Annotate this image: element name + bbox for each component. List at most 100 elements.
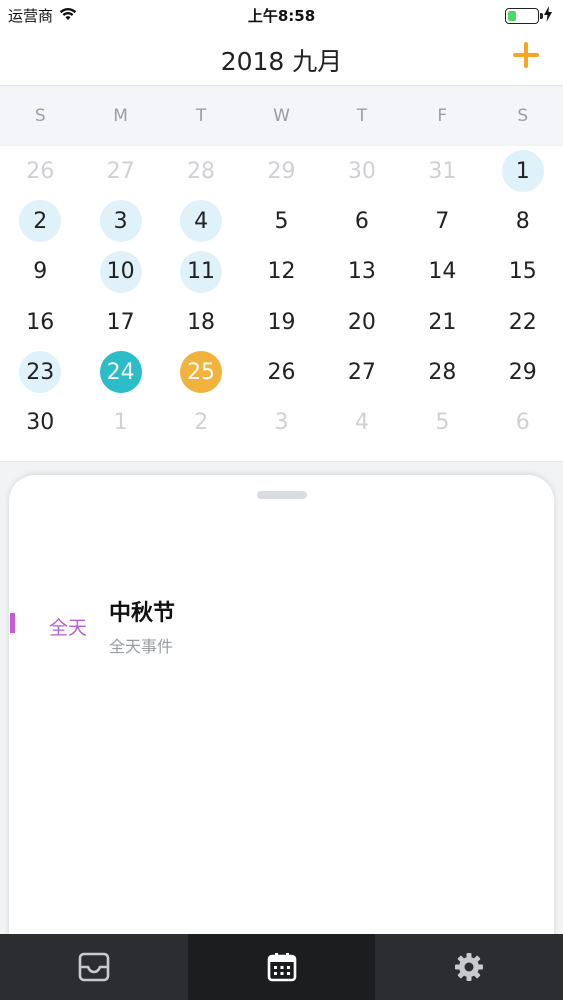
calendar-day[interactable]: 2: [0, 196, 80, 246]
calendar-day[interactable]: 13: [322, 247, 402, 297]
calendar-day[interactable]: 10: [80, 247, 160, 297]
calendar-day[interactable]: 26: [0, 146, 80, 196]
calendar-icon: [267, 952, 297, 982]
calendar-day[interactable]: 12: [241, 247, 321, 297]
day-number: 3: [274, 410, 289, 436]
day-number: 25: [180, 351, 223, 394]
calendar-header: 2018 九月: [0, 30, 563, 86]
month-title: 2018 九月: [220, 47, 343, 76]
day-number: 30: [347, 158, 376, 184]
gear-icon: [454, 952, 484, 982]
weekday-label: S: [34, 106, 46, 126]
calendar-day[interactable]: 8: [483, 196, 563, 246]
calendar-day[interactable]: 2: [161, 397, 241, 447]
day-number: 2: [194, 410, 209, 436]
day-number: 6: [515, 410, 530, 436]
calendar-day[interactable]: 11: [161, 247, 241, 297]
event-time: 全天: [49, 617, 88, 639]
day-number: 26: [267, 359, 296, 385]
day-number: 7: [435, 208, 450, 234]
day-number: 1: [113, 410, 128, 436]
day-number: 31: [428, 158, 457, 184]
day-number: 14: [428, 259, 457, 285]
calendar-day[interactable]: 19: [241, 297, 321, 347]
calendar-day[interactable]: 1: [483, 146, 563, 196]
tab-settings[interactable]: [375, 934, 563, 1000]
calendar-day[interactable]: 21: [402, 297, 482, 347]
day-number: 20: [347, 309, 376, 335]
weekday-header: S M T W T F S: [0, 87, 563, 143]
add-event-button[interactable]: [511, 40, 541, 70]
calendar-day[interactable]: 29: [241, 146, 321, 196]
event-subtitle: 全天事件: [109, 637, 174, 656]
calendar-day[interactable]: 4: [161, 196, 241, 246]
day-number: 5: [274, 208, 289, 234]
calendar-day[interactable]: 29: [483, 347, 563, 397]
day-number: 17: [106, 309, 135, 335]
battery-icon: [505, 8, 543, 24]
day-number: 29: [267, 158, 296, 184]
calendar-day[interactable]: 24: [80, 347, 160, 397]
calendar-day[interactable]: 27: [322, 347, 402, 397]
calendar-day[interactable]: 5: [402, 397, 482, 447]
day-number: 15: [508, 259, 537, 285]
calendar-day[interactable]: 30: [0, 397, 80, 447]
day-number: 21: [428, 309, 457, 335]
day-number: 13: [347, 259, 376, 285]
day-number: 28: [187, 158, 216, 184]
weekday-label: F: [437, 106, 448, 126]
calendar-day[interactable]: 28: [402, 347, 482, 397]
calendar-day[interactable]: 9: [0, 247, 80, 297]
event-sheet: 全天 中秋节 全天事件: [9, 475, 554, 955]
calendar-day[interactable]: 6: [322, 196, 402, 246]
calendar-day[interactable]: 23: [0, 347, 80, 397]
weekday-label: T: [195, 106, 207, 126]
calendar-day[interactable]: 5: [241, 196, 321, 246]
calendar-day[interactable]: 26: [241, 347, 321, 397]
day-number: 23: [19, 351, 62, 394]
status-right: [505, 6, 553, 26]
battery-level: [508, 11, 517, 21]
calendar-day[interactable]: 17: [80, 297, 160, 347]
day-number: 3: [99, 200, 142, 243]
calendar-day[interactable]: 3: [80, 196, 160, 246]
calendar-day[interactable]: 28: [161, 146, 241, 196]
day-number: 27: [106, 158, 135, 184]
calendar-day[interactable]: 7: [402, 196, 482, 246]
charging-bolt-icon: [543, 6, 553, 26]
sheet-drag-handle[interactable]: [257, 491, 307, 499]
calendar-day[interactable]: 1: [80, 397, 160, 447]
calendar-day[interactable]: 30: [322, 146, 402, 196]
tab-inbox[interactable]: [0, 934, 188, 1000]
calendar-day[interactable]: 4: [322, 397, 402, 447]
day-number: 24: [99, 351, 142, 394]
calendar-day[interactable]: 6: [483, 397, 563, 447]
day-number: 9: [33, 259, 48, 285]
day-number: 5: [435, 410, 450, 436]
day-number: 6: [354, 208, 369, 234]
inbox-icon: [78, 952, 110, 982]
calendar-day[interactable]: 22: [483, 297, 563, 347]
day-number: 4: [354, 410, 369, 436]
event-item[interactable]: 全天 中秋节 全天事件: [9, 593, 554, 663]
calendar-day[interactable]: 27: [80, 146, 160, 196]
calendar-day[interactable]: 3: [241, 397, 321, 447]
day-number: 16: [26, 309, 55, 335]
day-number: 26: [26, 158, 55, 184]
calendar-day[interactable]: 15: [483, 247, 563, 297]
weekday-label: W: [273, 106, 290, 126]
calendar-day[interactable]: 18: [161, 297, 241, 347]
calendar-day[interactable]: 31: [402, 146, 482, 196]
event-color-bar: [10, 613, 15, 633]
day-number: 2: [19, 200, 62, 243]
calendar-day[interactable]: 14: [402, 247, 482, 297]
weekday-label: S: [517, 106, 529, 126]
day-number: 10: [99, 250, 142, 293]
calendar-day[interactable]: 25: [161, 347, 241, 397]
calendar-grid: 26 27 28 29 30 31 1 2 3 4 5 6 7 8 9 10 11 12 13 14 15 16 17 18 1…: [0, 146, 563, 462]
day-number: 8: [515, 208, 530, 234]
tab-bar: [0, 934, 563, 1000]
calendar-day[interactable]: 20: [322, 297, 402, 347]
calendar-day[interactable]: 16: [0, 297, 80, 347]
tab-calendar[interactable]: [187, 934, 376, 1000]
